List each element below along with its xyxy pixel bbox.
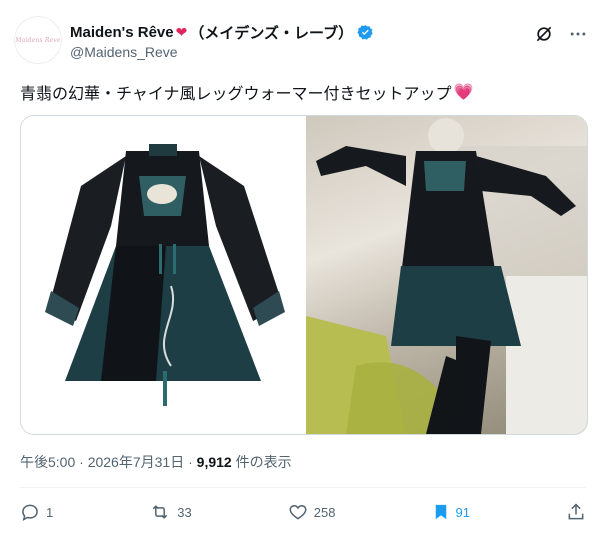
like-icon (288, 502, 308, 522)
author-name-row: Maiden's Rêve ❤ （メイデンズ・レーブ） (70, 22, 374, 42)
divider (20, 487, 586, 488)
share-button[interactable] (566, 502, 586, 522)
retweet-button[interactable]: 33 (149, 502, 192, 522)
bookmark-icon (432, 502, 450, 522)
bookmark-count: 91 (455, 504, 470, 520)
meta-separator: · (75, 454, 88, 470)
share-icon (566, 502, 586, 522)
bookmark-button[interactable]: 91 (432, 502, 470, 522)
grok-icon[interactable] (534, 24, 554, 44)
like-count: 258 (313, 504, 336, 520)
tweet-time[interactable]: 午後5:00 (20, 452, 75, 472)
tweet-emoji: 💗 (453, 84, 474, 101)
retweet-icon (149, 502, 171, 522)
verified-icon[interactable] (357, 24, 374, 41)
more-icon[interactable] (568, 24, 588, 44)
display-name[interactable]: Maiden's Rêve (70, 24, 174, 41)
tweet-meta: 午後5:00 · 2026年7月31日 · 9,912 件の表示 (20, 452, 292, 472)
reply-count: 1 (46, 504, 54, 520)
name-heart: ❤ (175, 23, 188, 40)
model-illustration (306, 118, 587, 434)
avatar[interactable]: Maidens Reve (14, 16, 62, 64)
model-photo[interactable] (306, 116, 587, 434)
meta-separator: · (184, 454, 197, 470)
tweet-text: 青翡の幻華・チャイナ風レッグウォーマー付きセットアップ 💗 (20, 80, 473, 104)
display-name-jp[interactable]: （メイデンズ・レーブ） (189, 22, 353, 43)
action-bar: 1 33 258 91 (20, 498, 586, 526)
media-grid[interactable] (20, 115, 588, 435)
avatar-logo: Maidens Reve (15, 36, 61, 44)
view-count[interactable]: 9,912 (197, 454, 232, 470)
author-handle[interactable]: @Maidens_Reve (70, 44, 178, 60)
dress-illustration (45, 144, 285, 406)
retweet-count: 33 (177, 504, 192, 520)
like-button[interactable]: 258 (288, 502, 336, 522)
reply-icon (20, 502, 40, 522)
view-label: 件の表示 (231, 454, 292, 470)
tweet-body: 青翡の幻華・チャイナ風レッグウォーマー付きセットアップ (20, 86, 452, 103)
product-photo[interactable] (21, 116, 306, 434)
tweet-date[interactable]: 2026年7月31日 (88, 452, 185, 472)
reply-button[interactable]: 1 (20, 502, 53, 522)
